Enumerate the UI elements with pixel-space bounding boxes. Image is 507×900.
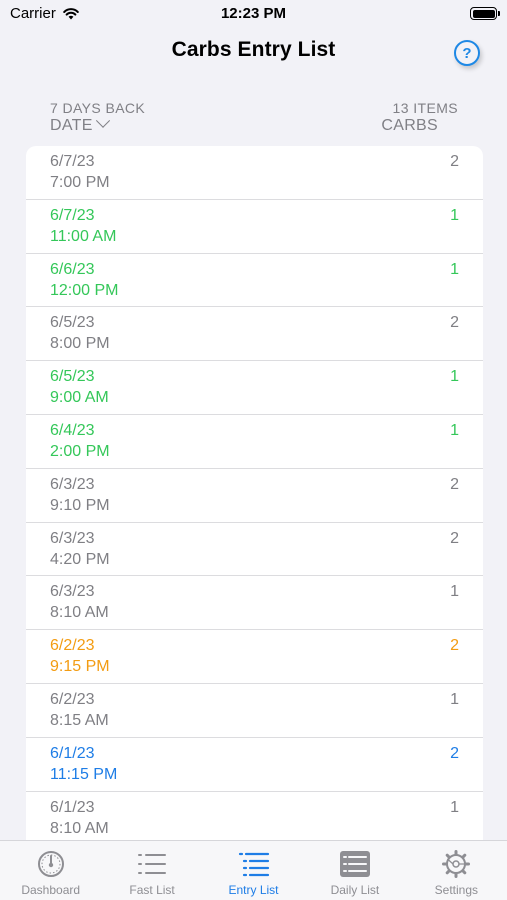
tab-settings[interactable]: Settings bbox=[406, 841, 507, 900]
status-time: 12:23 PM bbox=[220, 5, 287, 22]
entry-time: 9:00 AM bbox=[50, 389, 109, 407]
list-item[interactable]: 6/7/23 11:00 AM 1 bbox=[26, 200, 483, 254]
entry-carbs: 1 bbox=[450, 583, 459, 601]
tab-fast-list[interactable]: Fast List bbox=[101, 841, 202, 900]
list-item[interactable]: 6/6/23 12:00 PM 1 bbox=[26, 254, 483, 308]
list-item[interactable]: 6/5/23 9:00 AM 1 bbox=[26, 361, 483, 415]
entry-time: 9:15 PM bbox=[50, 658, 110, 676]
list-item[interactable]: 6/7/23 7:00 PM 2 bbox=[26, 146, 483, 200]
carbs-column-label: CARBS bbox=[381, 117, 438, 134]
entry-date: 6/5/23 bbox=[50, 368, 95, 386]
entry-carbs: 2 bbox=[450, 314, 459, 332]
battery-icon bbox=[470, 7, 500, 20]
tab-daily-list[interactable]: Daily List bbox=[304, 841, 405, 900]
entry-list[interactable]: 6/7/23 7:00 PM 2 6/7/23 11:00 AM 1 6/6/23 12:00… bbox=[26, 146, 483, 846]
list-item[interactable]: 6/1/23 8:10 AM 1 bbox=[26, 792, 483, 846]
list-item[interactable]: 6/5/23 8:00 PM 2 bbox=[26, 307, 483, 362]
status-bar: Carrier 12:23 PM bbox=[0, 0, 507, 28]
date-column-label: DATE bbox=[50, 117, 93, 134]
entry-time: 8:00 PM bbox=[50, 335, 110, 353]
entry-carbs: 2 bbox=[450, 153, 459, 170]
entry-list-icon bbox=[238, 852, 269, 877]
entry-time: 4:20 PM bbox=[50, 550, 110, 568]
entry-time: 8:10 AM bbox=[50, 604, 109, 622]
entry-carbs: 2 bbox=[450, 475, 459, 493]
entry-date: 6/3/23 bbox=[50, 583, 95, 601]
entry-carbs: 2 bbox=[450, 529, 459, 547]
entry-date: 6/6/23 bbox=[50, 260, 95, 278]
entry-date: 6/7/23 bbox=[50, 153, 95, 170]
entry-time: 9:10 PM bbox=[50, 496, 110, 514]
list-item[interactable]: 6/3/23 9:10 PM 2 bbox=[26, 469, 483, 523]
list-item[interactable]: 6/2/23 9:15 PM 2 bbox=[26, 630, 483, 684]
entry-time: 8:10 AM bbox=[50, 819, 109, 837]
entry-date: 6/1/23 bbox=[50, 744, 95, 762]
entry-time: 12:00 PM bbox=[50, 281, 119, 299]
tab-dashboard[interactable]: Dashboard bbox=[0, 841, 101, 900]
entry-date: 6/2/23 bbox=[50, 690, 95, 708]
dashboard-gauge-icon bbox=[37, 851, 64, 877]
item-count-label: 13 ITEMS bbox=[392, 100, 458, 116]
entry-time: 2:00 PM bbox=[50, 442, 110, 460]
entry-time: 11:15 PM bbox=[50, 765, 118, 783]
settings-gear-icon bbox=[442, 850, 471, 878]
entry-time: 7:00 PM bbox=[50, 174, 110, 191]
range-label: 7 DAYS BACK bbox=[50, 100, 146, 116]
tab-label: Dashboard bbox=[21, 883, 81, 897]
list-item[interactable]: 6/1/23 11:15 PM 2 bbox=[26, 738, 483, 792]
carbs-header: 13 ITEMS CARBS bbox=[381, 100, 458, 135]
entry-time: 8:15 AM bbox=[50, 711, 109, 729]
help-button[interactable]: ? bbox=[454, 40, 480, 66]
list-icon bbox=[138, 854, 167, 874]
entry-date: 6/4/23 bbox=[50, 421, 95, 439]
entry-carbs: 2 bbox=[450, 744, 459, 762]
entry-date: 6/3/23 bbox=[50, 529, 95, 547]
entry-carbs: 1 bbox=[450, 368, 459, 386]
entry-carbs: 1 bbox=[450, 206, 459, 224]
entry-time: 11:00 AM bbox=[50, 227, 117, 245]
entry-date: 6/1/23 bbox=[50, 798, 95, 816]
entry-date: 6/7/23 bbox=[50, 206, 95, 224]
tab-label: Settings bbox=[434, 883, 478, 897]
entry-date: 6/2/23 bbox=[50, 637, 95, 655]
list-item[interactable]: 6/3/23 8:10 AM 1 bbox=[26, 576, 483, 631]
entry-date: 6/5/23 bbox=[50, 314, 95, 332]
list-item[interactable]: 6/2/23 8:15 AM 1 bbox=[26, 684, 483, 738]
tab-label: Fast List bbox=[129, 883, 175, 897]
date-sort-header[interactable]: 7 DAYS BACK DATE bbox=[50, 100, 145, 135]
tab-label: Entry List bbox=[228, 883, 279, 897]
daily-list-icon bbox=[339, 851, 370, 877]
list-item[interactable]: 6/4/23 2:00 PM 1 bbox=[26, 415, 483, 469]
tab-bar: Dashboard Fast List Entry List Daily Lis… bbox=[0, 840, 507, 900]
entry-carbs: 1 bbox=[450, 260, 459, 278]
entry-carbs: 1 bbox=[450, 421, 459, 439]
entry-carbs: 1 bbox=[450, 690, 459, 708]
page-title: Carbs Entry List bbox=[171, 38, 336, 61]
tab-label: Daily List bbox=[330, 883, 380, 897]
entry-carbs: 2 bbox=[450, 637, 459, 655]
entry-carbs: 1 bbox=[450, 798, 459, 816]
list-item[interactable]: 6/3/23 4:20 PM 2 bbox=[26, 523, 483, 577]
tab-entry-list[interactable]: Entry List bbox=[203, 841, 304, 900]
entry-date: 6/3/23 bbox=[50, 475, 95, 493]
